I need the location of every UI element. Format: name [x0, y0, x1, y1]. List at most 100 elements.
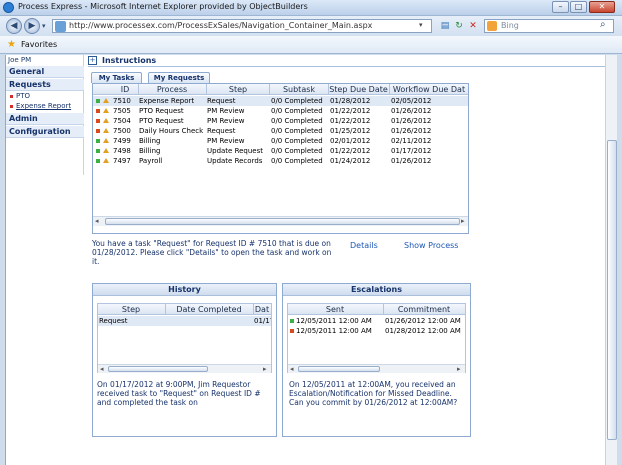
table-row[interactable]: 12/05/2011 12:00 AM 01/28/2012 12:00 AM	[288, 326, 465, 336]
details-link[interactable]: Details	[350, 241, 378, 250]
table-row[interactable]: 7505 PTO Request PM Review 0/0 Completed…	[93, 106, 468, 116]
cell-commitment: 01/26/2012 12:00 AM	[385, 317, 461, 325]
status-icon	[96, 109, 100, 113]
tab-my-tasks[interactable]: My Tasks	[91, 72, 142, 83]
back-button[interactable]: ◀	[6, 18, 22, 34]
instructions-toggle-icon[interactable]: +	[88, 56, 97, 65]
col-step-due[interactable]: Step Due Date	[329, 85, 388, 94]
menu-configuration[interactable]: Configuration	[6, 126, 84, 138]
page-vertical-scrollbar[interactable]	[605, 55, 617, 465]
col-date-completed[interactable]: Date Completed	[166, 305, 252, 314]
menu-requests[interactable]: Requests	[6, 79, 84, 91]
favorites-button[interactable]: Favorites	[21, 40, 57, 49]
scroll-right-icon[interactable]: ▸	[457, 365, 461, 373]
table-row[interactable]: 7500 Daily Hours Check Request 0/0 Compl…	[93, 126, 468, 136]
history-dropdown-icon[interactable]: ▾	[42, 22, 46, 30]
col-workflow-due[interactable]: Workflow Due Dat	[390, 85, 468, 94]
tab-my-requests[interactable]: My Requests	[148, 72, 210, 83]
table-row[interactable]: 7510 Expense Report Request 0/0 Complete…	[93, 96, 468, 106]
cell-wf-due: 01/26/2012	[391, 117, 432, 125]
address-bar: ◀ ▶ ▾ http://www.processex.com/ProcessEx…	[0, 16, 622, 36]
scroll-left-icon[interactable]: ◂	[100, 365, 104, 373]
col-dat[interactable]: Dat	[254, 305, 270, 314]
cell-step: Update Records	[207, 157, 263, 165]
close-button[interactable]: ✕	[589, 1, 615, 13]
scroll-thumb[interactable]	[298, 366, 380, 372]
cell-step-due: 02/01/2012	[330, 137, 371, 145]
tasks-horizontal-scrollbar[interactable]: ◂ ▸	[93, 216, 468, 226]
scroll-thumb[interactable]	[607, 140, 617, 440]
col-sent[interactable]: Sent	[288, 305, 382, 314]
search-field[interactable]: Bing ⌕	[484, 19, 614, 33]
status-icon	[96, 159, 100, 163]
title-bar: Process Express - Microsoft Internet Exp…	[0, 0, 622, 16]
show-process-link[interactable]: Show Process	[404, 241, 458, 250]
scroll-thumb[interactable]	[108, 366, 208, 372]
table-row[interactable]: 7498 Billing Update Request 0/0 Complete…	[93, 146, 468, 156]
table-row[interactable]: 7497 Payroll Update Records 0/0 Complete…	[93, 156, 468, 166]
table-row[interactable]: 7499 Billing PM Review 0/0 Completed 02/…	[93, 136, 468, 146]
scroll-left-icon[interactable]: ◂	[290, 365, 294, 373]
col-subtask[interactable]: Subtask	[270, 85, 328, 94]
col-step[interactable]: Step	[98, 305, 164, 314]
tasks-grid: ID Process Step Subtask Step Due Date Wo…	[92, 83, 469, 234]
tasks-grid-header: ID Process Step Subtask Step Due Date Wo…	[93, 84, 468, 95]
cell-wf-due: 01/17/2012	[391, 147, 432, 155]
sidebar: Joe PM General Requests PTO Expense Repo…	[6, 55, 84, 175]
cell-process: Daily Hours Check	[139, 127, 204, 135]
scroll-right-icon[interactable]: ▸	[461, 217, 465, 225]
subitem-expense-label: Expense Report	[16, 102, 72, 110]
cell-wf-due: 01/26/2012	[391, 157, 432, 165]
history-horizontal-scrollbar[interactable]: ◂ ▸	[98, 364, 271, 373]
window-title: Process Express - Microsoft Internet Exp…	[18, 2, 308, 11]
status-icon	[96, 119, 100, 123]
history-panel: History Step Date Completed Dat Request …	[92, 283, 277, 437]
cell-wf-due: 01/26/2012	[391, 107, 432, 115]
cell-wf-due: 01/26/2012	[391, 127, 432, 135]
cell-process: Expense Report	[139, 97, 195, 105]
maximize-button[interactable]: □	[570, 1, 587, 13]
scroll-thumb[interactable]	[105, 218, 460, 225]
cell-process: PTO Request	[139, 107, 184, 115]
priority-icon	[103, 108, 109, 113]
url-text: http://www.processex.com/ProcessExSales/…	[69, 21, 373, 30]
table-row[interactable]: 12/05/2011 12:00 AM 01/26/2012 12:00 AM	[288, 316, 465, 326]
menu-admin[interactable]: Admin	[6, 113, 84, 125]
col-id[interactable]: ID	[115, 85, 135, 94]
url-dropdown-icon[interactable]: ▾	[419, 21, 423, 29]
priority-icon	[103, 118, 109, 123]
col-process[interactable]: Process	[139, 85, 205, 94]
cell-id: 7504	[113, 117, 131, 125]
subitem-pto[interactable]: PTO	[10, 92, 30, 100]
cell-step-due: 01/28/2012	[330, 97, 371, 105]
escalations-horizontal-scrollbar[interactable]: ◂ ▸	[288, 364, 465, 373]
url-field[interactable]: http://www.processex.com/ProcessExSales/…	[52, 19, 432, 33]
cell-subtask: 0/0 Completed	[271, 147, 323, 155]
cell-subtask: 0/0 Completed	[271, 107, 323, 115]
divider	[88, 66, 608, 67]
cell-wf-due: 02/11/2012	[391, 137, 432, 145]
scroll-right-icon[interactable]: ▸	[263, 365, 267, 373]
table-row[interactable]: 7504 PTO Request PM Review 0/0 Completed…	[93, 116, 468, 126]
minimize-button[interactable]: –	[552, 1, 569, 13]
col-commitment[interactable]: Commitment	[384, 305, 464, 314]
search-icon[interactable]: ⌕	[600, 19, 606, 30]
table-row[interactable]: Request 01/17/	[98, 316, 271, 326]
scroll-left-icon[interactable]: ◂	[95, 217, 99, 225]
priority-icon	[103, 158, 109, 163]
forward-button[interactable]: ▶	[24, 18, 40, 34]
stop-icon[interactable]: ✕	[466, 19, 480, 33]
col-step[interactable]: Step	[207, 85, 269, 94]
cell-id: 7497	[113, 157, 131, 165]
subitem-expense-report[interactable]: Expense Report	[10, 102, 71, 110]
status-icon	[290, 329, 294, 333]
cell-commitment: 01/28/2012 12:00 AM	[385, 327, 461, 335]
bing-icon	[487, 21, 497, 31]
compatibility-icon[interactable]: ▤	[438, 19, 452, 33]
refresh-icon[interactable]: ↻	[452, 19, 466, 33]
menu-general[interactable]: General	[6, 66, 84, 78]
cell-subtask: 0/0 Completed	[271, 117, 323, 125]
priority-icon	[103, 128, 109, 133]
escalations-grid: Sent Commitment 12/05/2011 12:00 AM 01/2…	[287, 303, 466, 373]
cell-id: 7505	[113, 107, 131, 115]
